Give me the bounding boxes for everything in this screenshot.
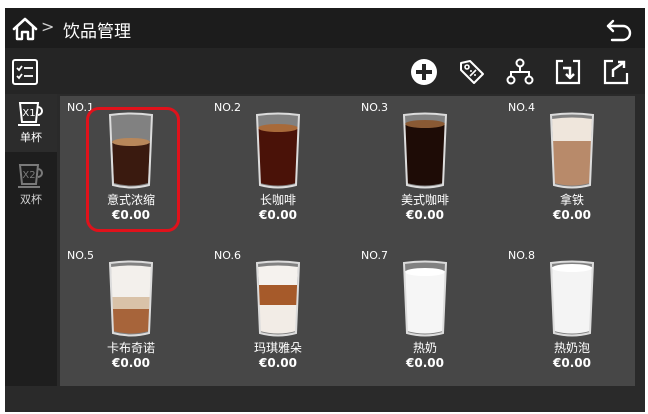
drink-tile-americano[interactable]: NO.3 美式咖啡 €0.00 xyxy=(354,96,496,238)
drink-tile-macchiato[interactable]: NO.6 玛琪雅朵 €0.00 xyxy=(207,244,349,386)
latte-glass-icon xyxy=(549,112,595,189)
drink-tile-hot-milk-foam[interactable]: NO.8 热奶泡 €0.00 xyxy=(501,244,643,386)
drink-price: €0.00 xyxy=(259,356,297,370)
drink-name: 拿铁 xyxy=(559,193,584,207)
import-icon[interactable] xyxy=(553,57,583,87)
drink-name: 热奶 xyxy=(412,341,437,355)
drink-tile-hot-milk[interactable]: NO.7 热奶 €0.00 xyxy=(354,244,496,386)
drink-tile-latte[interactable]: NO.4 拿铁 €0.00 xyxy=(501,96,643,238)
bottom-bar xyxy=(5,386,645,412)
hierarchy-icon[interactable] xyxy=(505,57,535,87)
double-cup-icon: X2 xyxy=(18,164,43,188)
macchiato-glass-icon xyxy=(255,260,301,337)
drink-price: €0.00 xyxy=(406,208,444,222)
drink-number: NO.6 xyxy=(214,249,241,262)
export-icon[interactable] xyxy=(601,57,631,87)
sidebar-item-label: 双杯 xyxy=(20,193,42,206)
checklist-icon[interactable] xyxy=(11,58,39,86)
sidebar-item-double-cup[interactable]: X2 双杯 xyxy=(5,156,57,214)
title-bar: > 饮品管理 xyxy=(5,8,645,48)
drink-name: 长咖啡 xyxy=(259,193,296,207)
drink-price: €0.00 xyxy=(553,208,591,222)
drink-tile-long-coffee[interactable]: NO.2 长咖啡 €0.00 xyxy=(207,96,349,238)
cup-size-sidebar: X1 单杯 X2 双杯 xyxy=(5,94,57,412)
cappuccino-glass-icon xyxy=(108,260,154,337)
drink-price: €0.00 xyxy=(112,356,150,370)
drink-name: 玛琪雅朵 xyxy=(253,341,302,355)
svg-text:X1: X1 xyxy=(22,108,35,119)
single-cup-icon: X1 xyxy=(18,102,43,126)
drink-price: €0.00 xyxy=(406,356,444,370)
drink-name: 美式咖啡 xyxy=(400,193,449,207)
sidebar-item-label: 单杯 xyxy=(20,131,42,144)
selection-highlight xyxy=(86,107,180,232)
drink-price: €0.00 xyxy=(553,356,591,370)
drink-number: NO.3 xyxy=(361,101,388,114)
sidebar-item-single-cup[interactable]: X1 单杯 xyxy=(5,94,57,152)
drink-number: NO.8 xyxy=(508,249,535,262)
price-tag-icon[interactable] xyxy=(457,57,487,87)
back-icon[interactable] xyxy=(603,16,635,42)
drink-number: NO.2 xyxy=(214,101,241,114)
drink-number: NO.7 xyxy=(361,249,388,262)
milk-foam-glass-icon xyxy=(549,260,595,337)
drink-name: 热奶泡 xyxy=(553,341,590,355)
breadcrumb-separator: > xyxy=(41,17,55,36)
hot-milk-glass-icon xyxy=(402,260,448,337)
drink-grid: NO.1 意式浓缩 €0.00 NO.2 长咖啡 €0.00 NO.3 美式咖啡… xyxy=(60,96,635,386)
americano-glass-icon xyxy=(402,112,448,189)
drink-price: €0.00 xyxy=(259,208,297,222)
home-icon[interactable] xyxy=(11,16,39,42)
long-coffee-glass-icon xyxy=(255,112,301,189)
drink-name: 卡布奇诺 xyxy=(106,341,155,355)
svg-text:X2: X2 xyxy=(22,170,35,181)
drink-tile-espresso[interactable]: NO.1 意式浓缩 €0.00 xyxy=(60,96,202,238)
page-title: 饮品管理 xyxy=(63,22,131,42)
drink-tile-cappuccino[interactable]: NO.5 卡布奇诺 €0.00 xyxy=(60,244,202,386)
drink-number: NO.4 xyxy=(508,101,535,114)
app-window: > 饮品管理 X1 单杯 X2 双杯 NO.1 意式浓缩 €0.00 NO.2 … xyxy=(5,8,645,412)
drink-number: NO.5 xyxy=(67,249,94,262)
toolbar xyxy=(5,48,645,94)
add-icon[interactable] xyxy=(409,57,439,87)
